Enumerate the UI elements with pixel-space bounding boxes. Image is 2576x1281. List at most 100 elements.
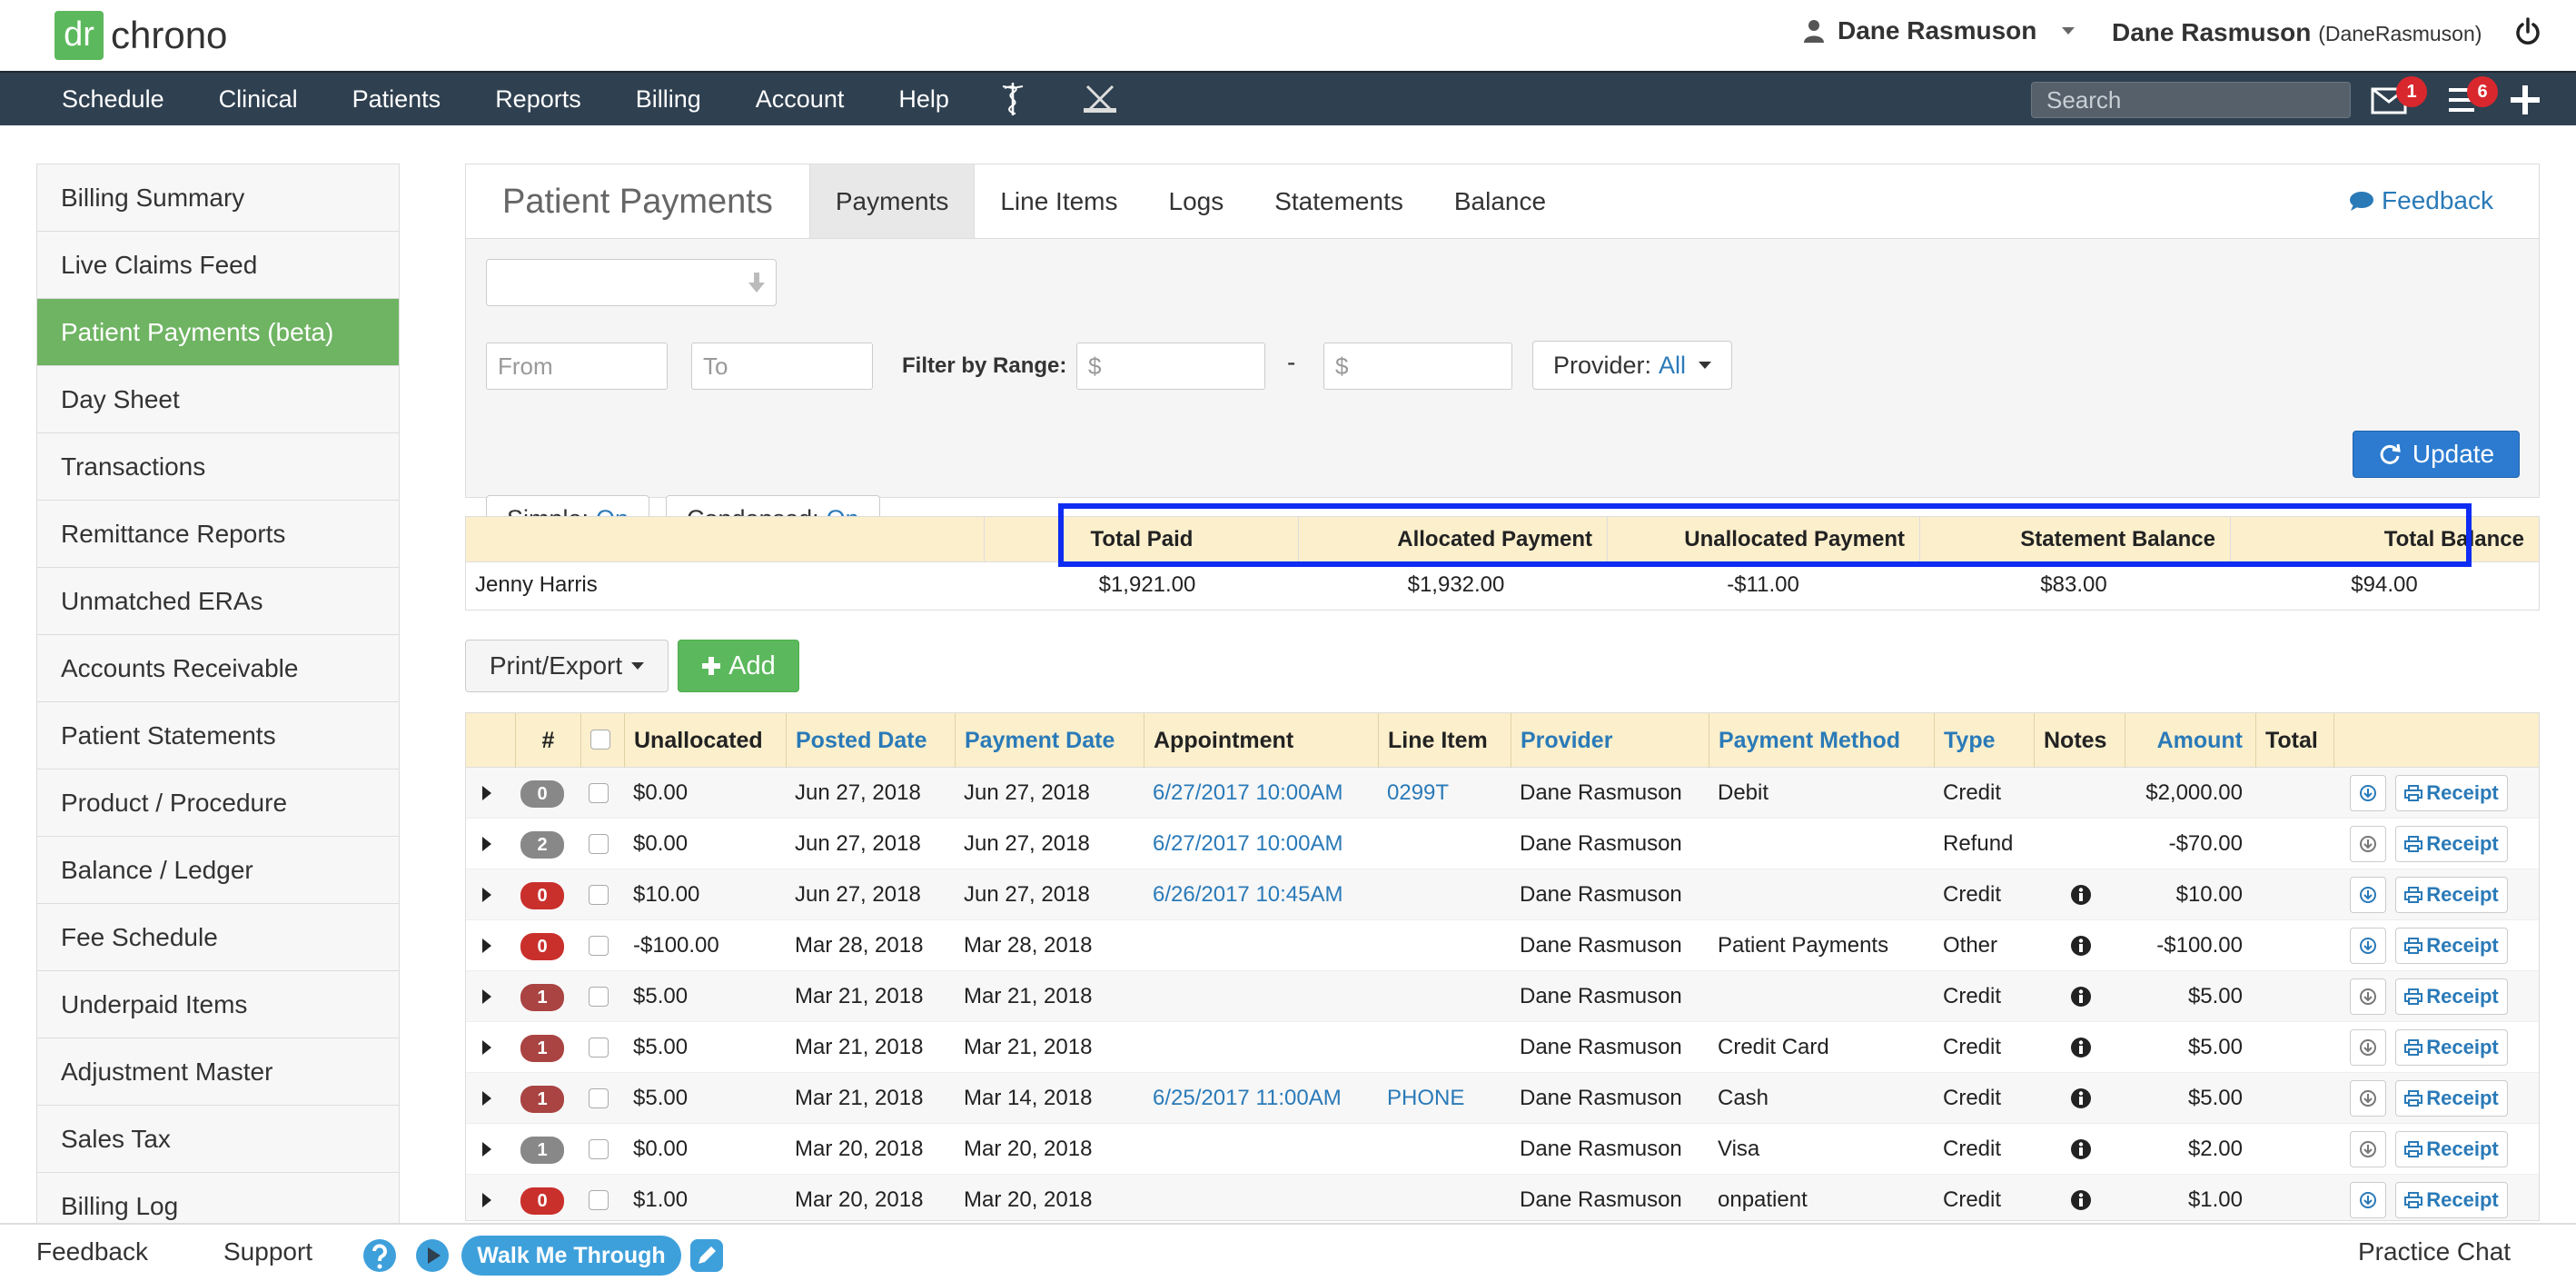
info-icon[interactable] (2070, 1138, 2092, 1160)
user-menu-dropdown[interactable]: Dane Rasmuson (1803, 16, 2076, 45)
header-payment-date[interactable]: Payment Date (955, 713, 1144, 768)
cell-appointment-link[interactable]: 6/25/2017 11:00AM (1144, 1073, 1378, 1124)
table-row[interactable]: 1 $5.00 Mar 21, 2018 Mar 21, 2018 Dane Rasmu… (466, 1022, 2539, 1073)
cell-line-item-link[interactable] (1378, 1175, 1511, 1220)
tab-payments[interactable]: Payments (808, 164, 976, 238)
cell-line-item-link[interactable] (1378, 920, 1511, 971)
info-icon[interactable] (2070, 884, 2092, 906)
table-row[interactable]: 0 $10.00 Jun 27, 2018 Jun 27, 2018 6/26/2017… (466, 869, 2539, 920)
allocate-button[interactable] (2350, 1029, 2386, 1066)
table-row[interactable]: 1 $0.00 Mar 20, 2018 Mar 20, 2018 Dane Rasmu… (466, 1124, 2539, 1175)
nav-item-reports[interactable]: Reports (468, 73, 609, 125)
receipt-button[interactable]: Receipt (2395, 978, 2508, 1015)
cell-line-item-link[interactable]: PHONE (1378, 1073, 1511, 1124)
receipt-button[interactable]: Receipt (2395, 775, 2508, 811)
info-icon[interactable] (2070, 935, 2092, 957)
allocate-button[interactable] (2350, 978, 2386, 1015)
nav-item-clinical[interactable]: Clinical (192, 73, 325, 125)
allocate-button[interactable] (2350, 1182, 2386, 1218)
sidebar-item-fee-schedule[interactable]: Fee Schedule (37, 904, 399, 971)
nav-item-patients[interactable]: Patients (325, 73, 469, 125)
info-icon[interactable] (2070, 1189, 2092, 1211)
expand-row-icon[interactable] (482, 888, 491, 902)
allocate-button[interactable] (2350, 1131, 2386, 1167)
print-export-button[interactable]: Print/Export (465, 640, 669, 692)
sidebar-item-unmatched-eras[interactable]: Unmatched ERAs (37, 568, 399, 635)
cell-appointment-link[interactable]: 6/27/2017 10:00AM (1144, 819, 1378, 869)
header-amount[interactable]: Amount (2125, 713, 2255, 768)
expand-row-icon[interactable] (482, 786, 491, 800)
table-row[interactable]: 1 $5.00 Mar 21, 2018 Mar 14, 2018 6/25/2017 … (466, 1073, 2539, 1124)
allocate-button[interactable] (2350, 775, 2386, 811)
table-row[interactable]: 0 $0.00 Jun 27, 2018 Jun 27, 2018 6/27/2017 … (466, 768, 2539, 819)
select-all-checkbox[interactable] (590, 730, 610, 750)
to-date-input[interactable] (691, 343, 873, 390)
play-icon[interactable] (414, 1237, 451, 1274)
info-icon[interactable] (2070, 986, 2092, 1008)
sidebar-item-sales-tax[interactable]: Sales Tax (37, 1106, 399, 1173)
expand-row-icon[interactable] (482, 989, 491, 1004)
cell-line-item-link[interactable] (1378, 971, 1511, 1022)
header-type[interactable]: Type (1934, 713, 2034, 768)
sidebar-item-underpaid-items[interactable]: Underpaid Items (37, 971, 399, 1038)
sidebar-item-billing-summary[interactable]: Billing Summary (37, 164, 399, 232)
cell-appointment-link[interactable]: 6/27/2017 10:00AM (1144, 768, 1378, 819)
caduceus-icon[interactable] (986, 73, 1040, 125)
sidebar-item-day-sheet[interactable]: Day Sheet (37, 366, 399, 433)
receipt-button[interactable]: Receipt (2395, 826, 2508, 862)
row-checkbox[interactable] (589, 1139, 609, 1159)
expand-row-icon[interactable] (482, 938, 491, 953)
patient-select[interactable] (486, 259, 777, 306)
sidebar-item-product-procedure[interactable]: Product / Procedure (37, 770, 399, 837)
sidebar-item-patient-statements[interactable]: Patient Statements (37, 702, 399, 770)
allocate-button[interactable] (2350, 1080, 2386, 1117)
range-min-input[interactable] (1076, 343, 1265, 390)
sidebar-item-accounts-receivable[interactable]: Accounts Receivable (37, 635, 399, 702)
power-icon[interactable] (2514, 16, 2541, 49)
practice-chat-button[interactable]: Practice Chat (2358, 1237, 2511, 1266)
cell-appointment-link[interactable]: 6/26/2017 10:45AM (1144, 869, 1378, 920)
nav-item-help[interactable]: Help (871, 73, 976, 125)
receipt-button[interactable]: Receipt (2395, 1080, 2508, 1117)
nav-item-account[interactable]: Account (728, 73, 872, 125)
footer-feedback-link[interactable]: Feedback (36, 1237, 148, 1266)
row-checkbox[interactable] (589, 936, 609, 956)
info-icon[interactable] (2070, 1037, 2092, 1058)
header-posted-date[interactable]: Posted Date (786, 713, 955, 768)
expand-row-icon[interactable] (482, 1142, 491, 1157)
cell-line-item-link[interactable] (1378, 1022, 1511, 1073)
receipt-button[interactable]: Receipt (2395, 1131, 2508, 1167)
allocate-button[interactable] (2350, 928, 2386, 964)
table-row[interactable]: 0 -$100.00 Mar 28, 2018 Mar 28, 2018 Dane Ra… (466, 920, 2539, 971)
allocate-button[interactable] (2350, 877, 2386, 913)
drchrono-logo[interactable]: dr chrono (54, 11, 227, 60)
cell-appointment-link[interactable] (1144, 1022, 1378, 1073)
cell-line-item-link[interactable] (1378, 869, 1511, 920)
row-checkbox[interactable] (589, 1038, 609, 1058)
cell-line-item-link[interactable] (1378, 819, 1511, 869)
row-checkbox[interactable] (589, 987, 609, 1007)
tab-balance[interactable]: Balance (1429, 164, 1571, 238)
sidebar-item-live-claims-feed[interactable]: Live Claims Feed (37, 232, 399, 299)
row-checkbox[interactable] (589, 834, 609, 854)
update-button[interactable]: Update (2353, 431, 2520, 478)
receipt-button[interactable]: Receipt (2395, 1029, 2508, 1066)
row-checkbox[interactable] (589, 885, 609, 905)
table-row[interactable]: 0 $1.00 Mar 20, 2018 Mar 20, 2018 Dane Rasmu… (466, 1175, 2539, 1220)
receipt-button[interactable]: Receipt (2395, 928, 2508, 964)
cell-appointment-link[interactable] (1144, 1175, 1378, 1220)
cell-appointment-link[interactable] (1144, 920, 1378, 971)
from-date-input[interactable] (486, 343, 668, 390)
expand-row-icon[interactable] (482, 1091, 491, 1106)
nav-item-schedule[interactable]: Schedule (35, 73, 192, 125)
receipt-button[interactable]: Receipt (2395, 1182, 2508, 1218)
global-search-input[interactable] (2031, 82, 2351, 118)
table-row[interactable]: 1 $5.00 Mar 21, 2018 Mar 21, 2018 Dane Rasmu… (466, 971, 2539, 1022)
nav-item-billing[interactable]: Billing (609, 73, 728, 125)
cell-appointment-link[interactable] (1144, 1124, 1378, 1175)
table-row[interactable]: 2 $0.00 Jun 27, 2018 Jun 27, 2018 6/27/2017 … (466, 819, 2539, 869)
sidebar-item-adjustment-master[interactable]: Adjustment Master (37, 1038, 399, 1106)
range-max-input[interactable] (1323, 343, 1512, 390)
expand-row-icon[interactable] (482, 1040, 491, 1055)
pencil-icon[interactable] (689, 1237, 725, 1274)
